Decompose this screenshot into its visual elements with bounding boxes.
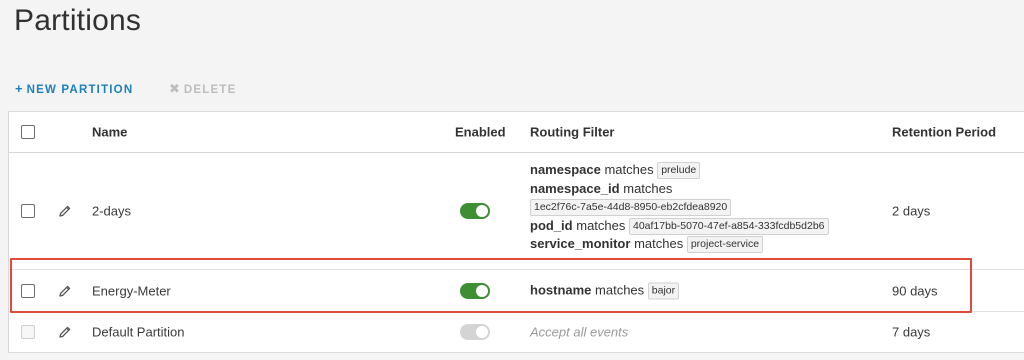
filter-value-badge: prelude	[657, 162, 701, 179]
partition-name: 2-days	[92, 203, 132, 219]
partition-name: Energy-Meter	[92, 283, 171, 298]
retention-period: 2 days	[892, 203, 931, 219]
pencil-icon[interactable]	[58, 284, 72, 298]
filter-op: matches	[604, 162, 654, 177]
row-checkbox	[21, 325, 35, 339]
filter-key: namespace_id	[530, 180, 620, 196]
table-row[interactable]: Default Partition Accept all events 7 da…	[9, 312, 1024, 352]
enabled-toggle	[460, 324, 490, 340]
routing-filter-list: namespace matches prelude namespace_id m…	[530, 161, 829, 254]
delete-label: DELETE	[183, 84, 237, 96]
column-header-enabled[interactable]: Enabled	[455, 125, 506, 140]
column-header-routing-filter[interactable]: Routing Filter	[530, 125, 615, 140]
filter-value-badge: project-service	[686, 236, 764, 254]
pencil-icon[interactable]	[58, 325, 72, 339]
retention-period: 7 days	[892, 324, 931, 340]
toggle-knob	[476, 205, 488, 217]
filter-key: pod_id	[530, 217, 573, 233]
page-title: Partitions	[14, 4, 142, 37]
table-header-row: Name Enabled Routing Filter Retention Pe…	[9, 112, 1024, 153]
filter-op: matches	[634, 236, 684, 252]
delete-button[interactable]: ✖ DELETE	[169, 81, 236, 97]
filter-key: namespace	[530, 162, 601, 177]
row-checkbox[interactable]	[21, 204, 35, 218]
partitions-table: Name Enabled Routing Filter Retention Pe…	[8, 111, 1024, 353]
enabled-toggle[interactable]	[460, 203, 490, 219]
filter-value-badge: 1ec2f76c-7a5e-44d8-8950-eb2cfdea8920	[530, 199, 732, 217]
close-icon: ✖	[169, 81, 180, 96]
filter-value-line: 1ec2f76c-7a5e-44d8-8950-eb2cfdea8920	[530, 198, 829, 217]
routing-filter-list: hostname matches bajor	[530, 282, 680, 299]
filter-op: matches	[595, 282, 645, 297]
toggle-knob	[476, 284, 488, 297]
column-header-retention[interactable]: Retention Period	[892, 125, 996, 140]
filter-line: service_monitor matches project-service	[530, 235, 829, 254]
new-partition-label: NEW PARTITION	[26, 84, 134, 96]
plus-icon: +	[15, 81, 23, 96]
new-partition-button[interactable]: + NEW PARTITION	[15, 81, 133, 96]
filter-op: matches	[623, 180, 673, 196]
column-header-name[interactable]: Name	[92, 125, 127, 140]
filter-value-badge: 40af17bb-5070-47ef-a854-333fcdb5d2b6	[629, 217, 829, 235]
partition-name: Default Partition	[92, 324, 185, 340]
filter-op: matches	[576, 217, 626, 233]
filter-line: namespace matches prelude	[530, 161, 829, 180]
filter-key: service_monitor	[530, 236, 631, 252]
retention-period: 90 days	[892, 283, 938, 298]
filter-line: pod_id matches 40af17bb-5070-47ef-a854-3…	[530, 217, 829, 236]
enabled-toggle[interactable]	[460, 282, 490, 299]
toggle-knob	[476, 326, 488, 338]
table-row[interactable]: 2-days namespace matches prelude namespa…	[9, 153, 1024, 270]
filter-value-badge: bajor	[647, 282, 680, 299]
row-checkbox[interactable]	[21, 283, 35, 298]
filter-key: hostname	[530, 282, 592, 297]
routing-filter-text: Accept all events	[530, 324, 629, 340]
table-row[interactable]: Energy-Meter hostname matches bajor 90 d…	[9, 270, 1024, 312]
select-all-checkbox[interactable]	[21, 125, 35, 139]
pencil-icon[interactable]	[58, 204, 72, 218]
filter-line: namespace_id matches	[530, 180, 829, 199]
